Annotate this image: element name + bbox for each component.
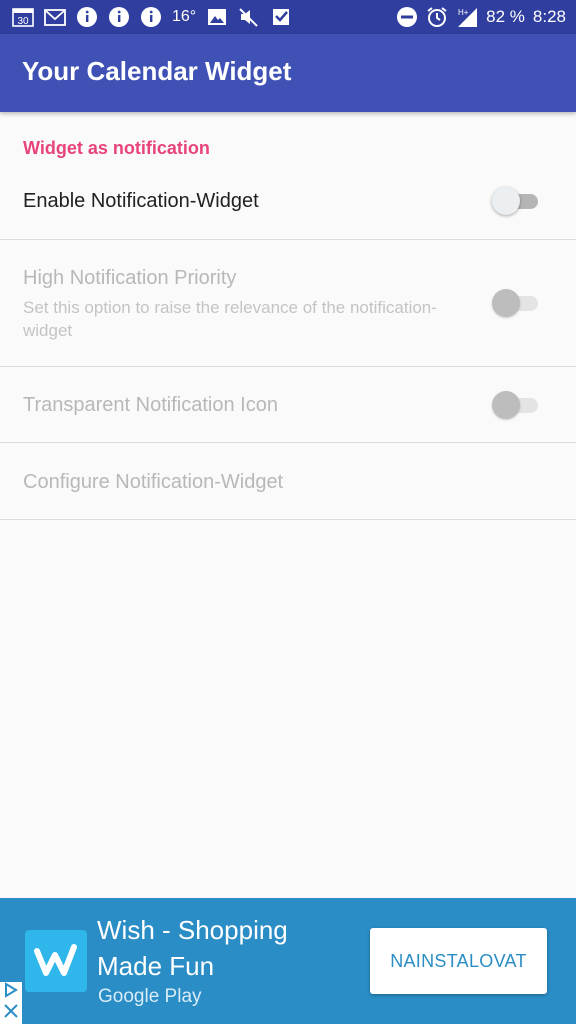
gmail-icon [44,6,66,28]
enable-notification-widget-switch[interactable] [492,186,540,216]
install-button[interactable]: NAINSTALOVAT [370,928,547,994]
divider [0,442,576,443]
high-notification-priority-summary: Set this option to raise the relevance o… [23,298,437,340]
wish-logo-icon[interactable] [25,930,87,992]
ad-store-label: Google Play [98,986,202,1007]
ad-choices[interactable] [0,982,22,1024]
page-title: Your Calendar Widget [22,56,292,86]
svg-text:30: 30 [17,16,29,27]
settings-category-header: Widget as notification [23,138,210,158]
transparent-notification-icon-switch [492,390,540,420]
high-notification-priority-title: High Notification Priority [23,267,237,289]
info-icon [108,6,130,28]
ad-banner[interactable]: Wish - Shopping Made Fun Google Play NAI… [0,898,576,1024]
enable-notification-widget-title[interactable]: Enable Notification-Widget [23,190,259,213]
info-icon [76,6,98,28]
divider [0,366,576,367]
divider [0,239,576,240]
info-icon [140,6,162,28]
app-toolbar: Your Calendar Widget [0,34,576,112]
high-notification-priority-switch [492,288,540,318]
divider [0,519,576,520]
image-icon [206,6,228,28]
status-bar: 30 16° H+ 82 % 8:28 [0,0,576,34]
battery-label: 82 % [486,7,525,26]
configure-notification-widget-title: Configure Notification-Widget [23,471,284,493]
svg-text:H+: H+ [458,8,469,17]
ad-choices-icon[interactable] [3,982,19,1003]
close-icon[interactable] [3,1003,19,1024]
alarm-icon [426,6,448,28]
ad-title[interactable]: Wish - Shopping Made Fun [97,912,347,984]
calendar-icon: 30 [12,6,34,28]
temperature-label: 16° [172,8,197,25]
signal-icon: H+ [456,6,478,28]
clock: 8:28 [532,7,566,26]
mute-icon [238,6,260,28]
transparent-notification-icon-title: Transparent Notification Icon [23,394,278,416]
app-notification-icon [270,6,292,28]
dnd-icon [396,6,418,28]
